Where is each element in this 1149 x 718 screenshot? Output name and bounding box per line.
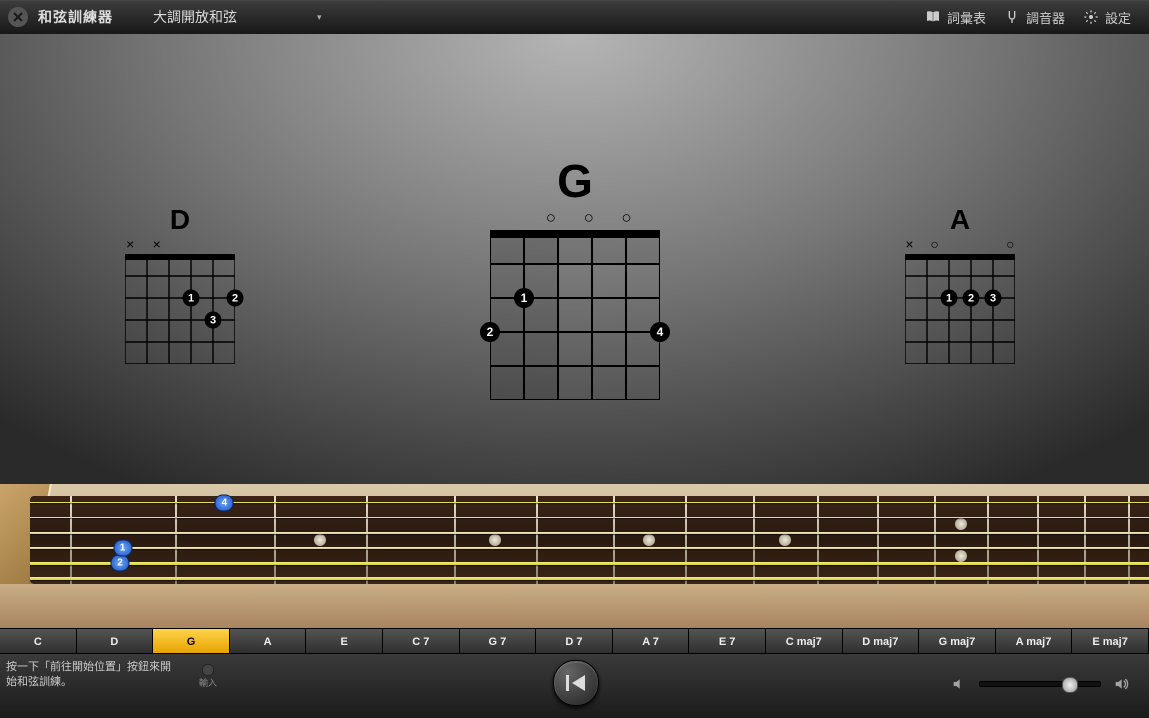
go-to-start-button[interactable] [553,660,599,706]
chord-cell-e7[interactable]: E 7 [689,628,766,654]
volume-slider[interactable] [979,681,1101,687]
chord-cell-d[interactable]: D [77,628,154,654]
close-button[interactable] [8,7,28,27]
close-icon [13,12,23,22]
chord-diagram-a[interactable]: A ×○○ 1 2 3 [895,204,1025,364]
input-indicator [202,664,214,676]
glossary-label: 詞彙表 [947,8,986,27]
chord-cell-amaj7[interactable]: A maj7 [996,628,1073,654]
chord-name: G [475,154,675,208]
tuner-button[interactable]: 調音器 [1004,8,1065,27]
finger-dot: 2 [227,290,244,307]
chord-cell-cmaj7[interactable]: C maj7 [766,628,843,654]
fret-finger-dot: 4 [215,495,234,512]
finger-dot: 1 [514,288,534,308]
speaker-low-icon [951,676,967,692]
speaker-high-icon [1113,676,1129,692]
top-bar: 和弦訓練器 大調開放和弦 ▾ 詞彙表 調音器 設定 [0,0,1149,35]
chord-name: D [115,204,245,236]
lesson-select-label: 大調開放和弦 [153,7,237,27]
input-label: 輸入 [188,676,228,689]
fret-grid: 1 2 4 [490,230,660,400]
gear-icon [1083,9,1099,25]
volume-control [951,676,1129,692]
finger-dot: 2 [480,322,500,342]
chord-cell-c[interactable]: C [0,628,77,654]
fretboard[interactable]: 4 21 [0,484,1149,628]
app-title: 和弦訓練器 [38,7,113,27]
chord-cell-e[interactable]: E [306,628,383,654]
chevron-down-icon: ▾ [317,12,322,23]
finger-dot: 1 [183,290,200,307]
chord-cell-c7[interactable]: C 7 [383,628,460,654]
finger-dot: 3 [985,290,1002,307]
finger-dot: 2 [963,290,980,307]
string-marks: ×○○ [895,236,1025,252]
string-marks: ×× [115,236,245,252]
chord-cell-d7[interactable]: D 7 [536,628,613,654]
chord-cell-gmaj7[interactable]: G maj7 [919,628,996,654]
bottom-bar: 按一下「前往開始位置」按鈕來開始和弦訓練。 輸入 [0,654,1149,718]
chord-cell-a[interactable]: A [230,628,307,654]
fretboard-wood [30,496,1149,584]
chord-diagram-g[interactable]: G ○○○ 1 2 4 [475,154,675,400]
chord-cell-g[interactable]: G [153,628,230,654]
fret-grid: 1 2 3 [125,254,235,364]
finger-dot: 1 [941,290,958,307]
book-icon [925,9,941,25]
fret-finger-dot: 1 [113,540,132,557]
hint-text: 按一下「前往開始位置」按鈕來開始和弦訓練。 [6,660,176,690]
string-marks: ○○○ [475,208,675,228]
finger-dot: 4 [650,322,670,342]
chord-cell-a7[interactable]: A 7 [613,628,690,654]
tuning-fork-icon [1004,9,1020,25]
lesson-select[interactable]: 大調開放和弦 ▾ [153,7,322,27]
chord-diagram-d[interactable]: D ×× 1 2 3 [115,204,245,364]
tuner-label: 調音器 [1026,8,1065,27]
glossary-button[interactable]: 詞彙表 [925,8,986,27]
finger-dot: 3 [205,312,222,329]
fret-grid: 1 2 3 [905,254,1015,364]
chord-cell-g7[interactable]: G 7 [460,628,537,654]
chord-cell-dmaj7[interactable]: D maj7 [843,628,920,654]
volume-knob[interactable] [1062,677,1078,693]
chord-cell-emaj7[interactable]: E maj7 [1072,628,1149,654]
chord-stage: D ×× 1 2 3 G ○○○ [0,34,1149,484]
go-to-start-icon [565,673,587,693]
chord-selector-bar: CDGAEC 7G 7D 7A 7E 7C maj7D maj7G maj7A … [0,628,1149,654]
setup-button[interactable]: 設定 [1083,8,1131,27]
fret-finger-dot: 2 [111,555,130,572]
chord-name: A [895,204,1025,236]
setup-label: 設定 [1105,8,1131,27]
